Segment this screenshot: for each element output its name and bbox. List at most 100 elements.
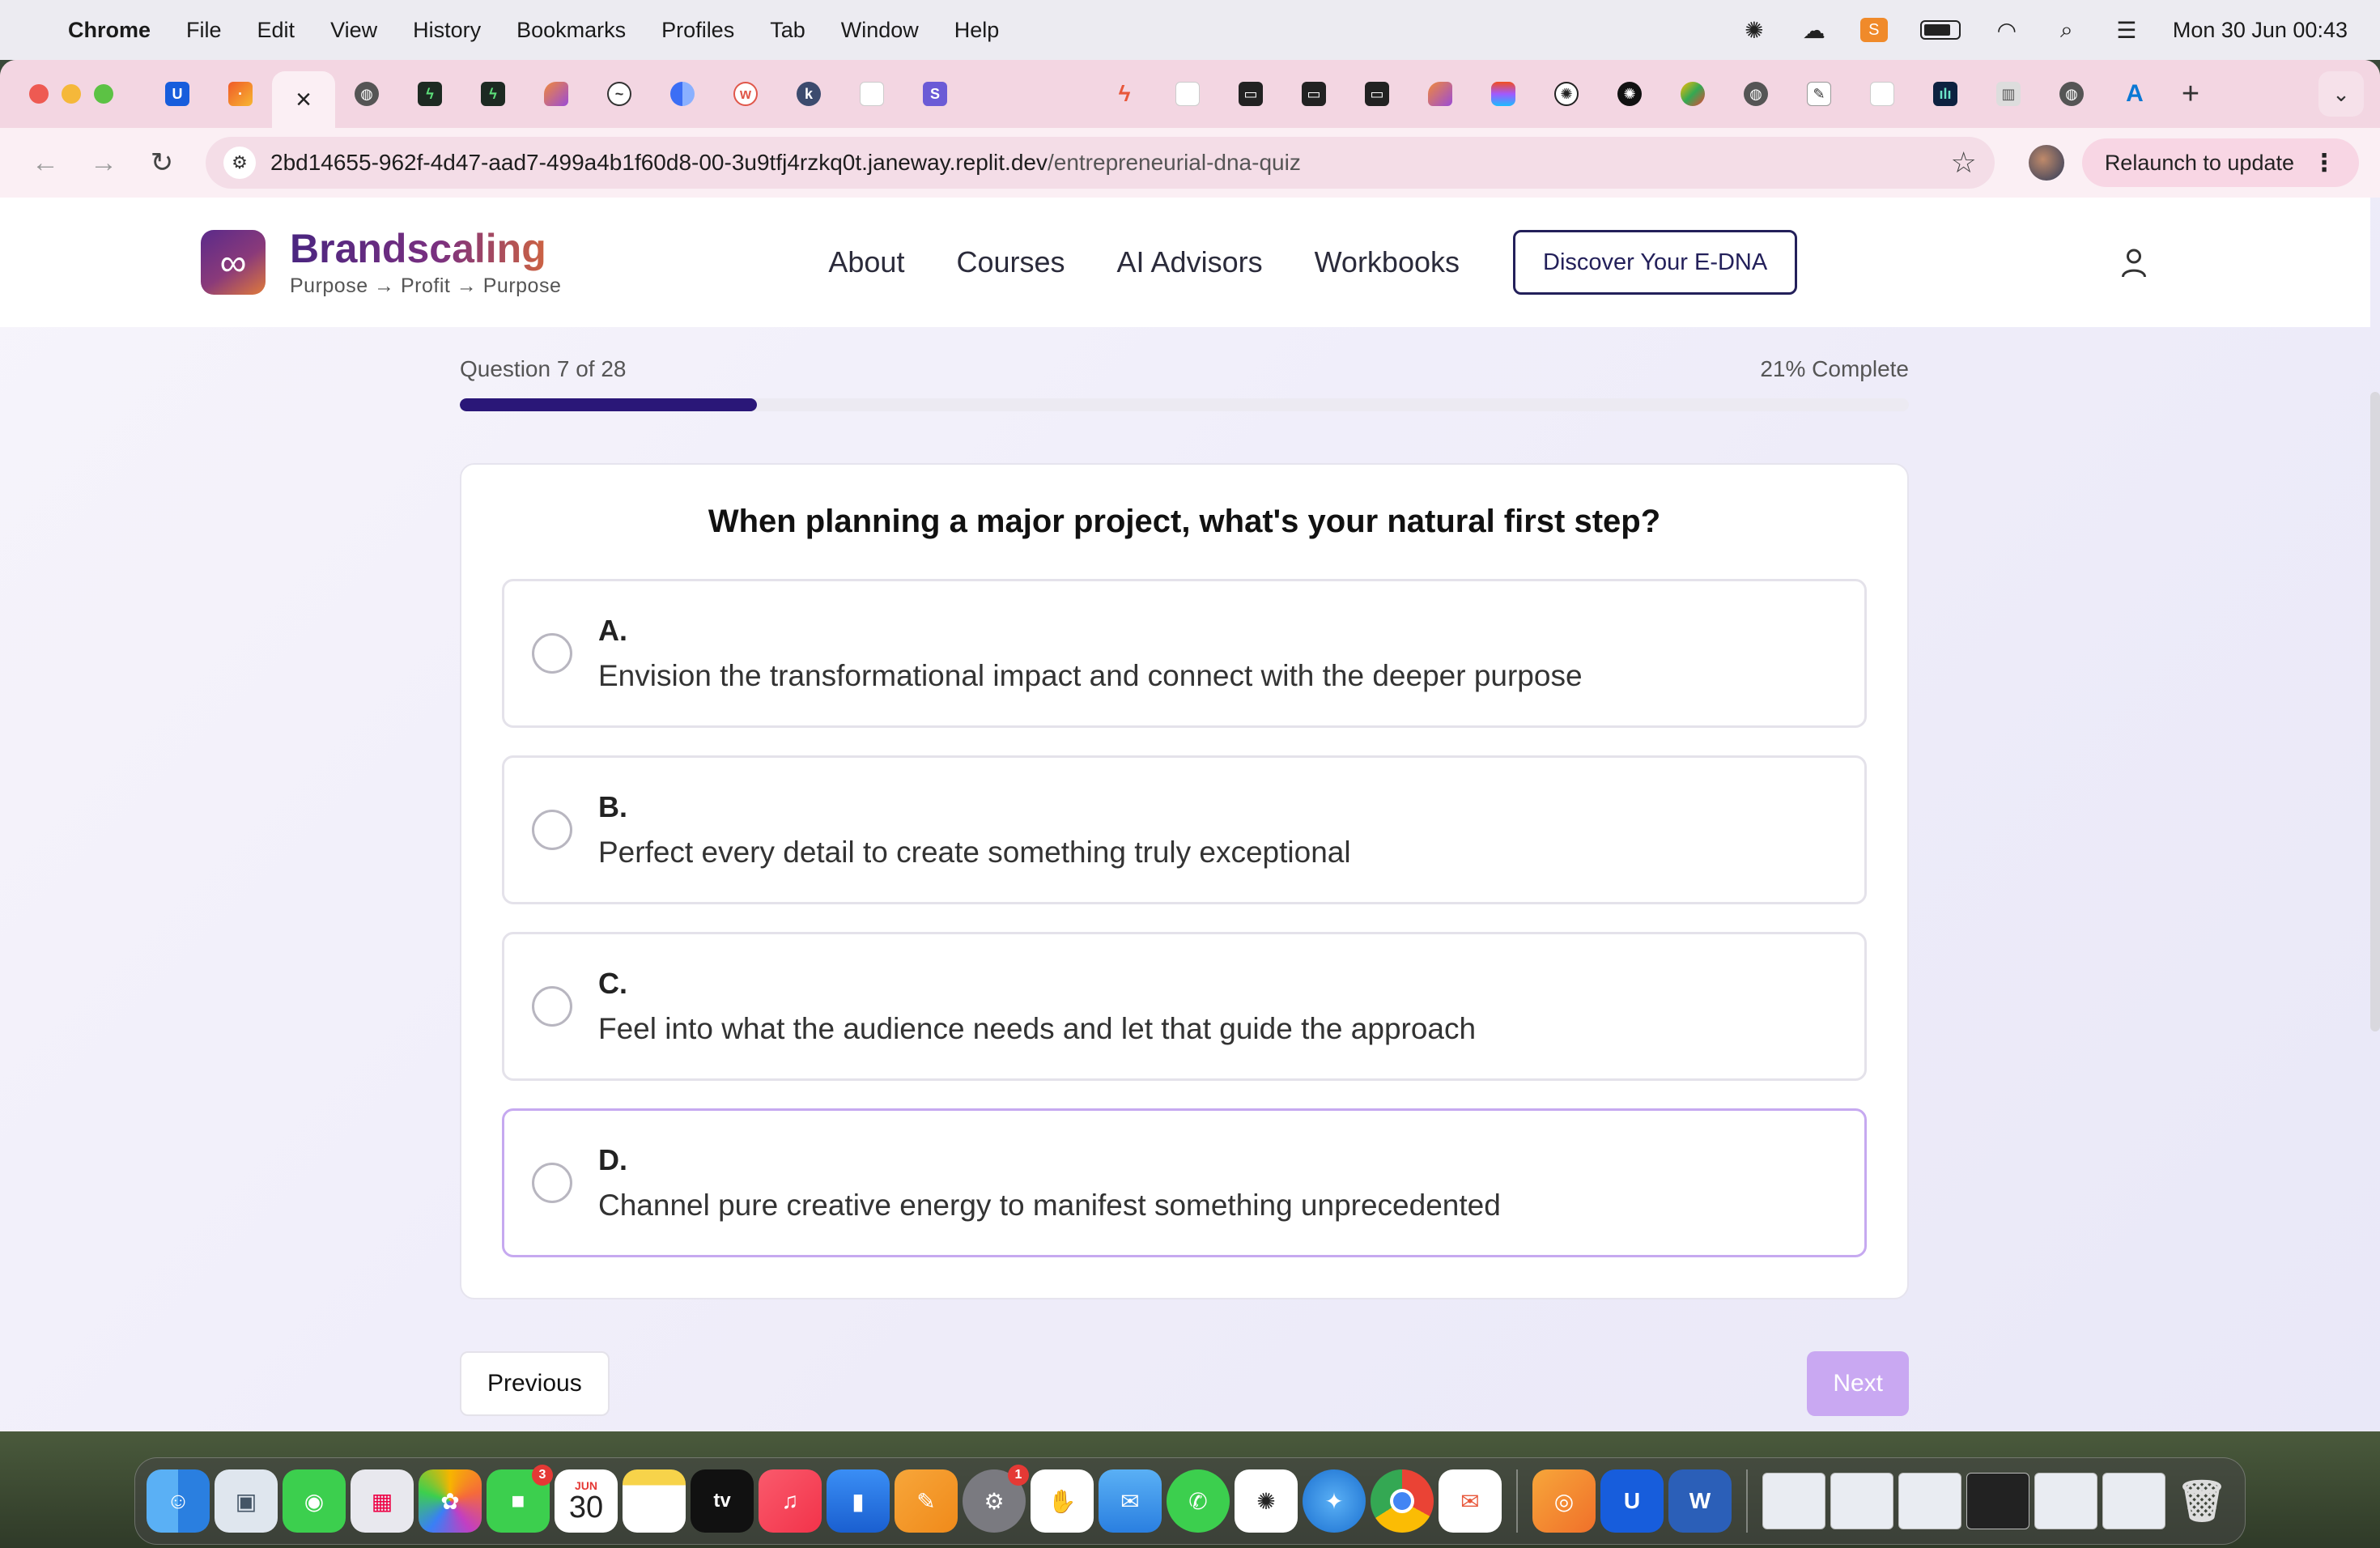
tab-bolt-2[interactable]: ϟ — [461, 71, 525, 117]
music-icon[interactable]: ♫ — [759, 1469, 822, 1533]
next-button[interactable]: Next — [1807, 1351, 1909, 1416]
battery-icon[interactable] — [1919, 20, 1961, 40]
menu-profiles[interactable]: Profiles — [661, 18, 734, 43]
tab-doc-3[interactable] — [1851, 71, 1914, 117]
address-bar[interactable]: ⚙ 2bd14655-962f-4d47-aad7-499a4b1f60d8-0… — [206, 137, 1995, 189]
craft-icon[interactable]: ✋ — [1031, 1469, 1094, 1533]
minimized-window-4[interactable] — [1966, 1473, 2029, 1529]
tab-globe-2[interactable]: ◍ — [1724, 71, 1787, 117]
tab-bars[interactable]: ılı — [1914, 71, 1977, 117]
tab-doc-1[interactable] — [840, 71, 903, 117]
menu-window[interactable]: Window — [841, 18, 919, 43]
brand-block[interactable]: Brandscaling Purpose → Profit → Purpose — [290, 227, 561, 298]
spotlight-search-icon[interactable]: ⌕ — [2053, 17, 2080, 42]
calendar-icon[interactable]: JUN 30 — [555, 1469, 618, 1533]
previous-button[interactable]: Previous — [460, 1351, 610, 1416]
nav-ai-advisors[interactable]: AI Advisors — [1117, 245, 1263, 279]
minimized-window-2[interactable] — [1830, 1473, 1893, 1529]
option-c[interactable]: C. Feel into what the audience needs and… — [502, 932, 1867, 1081]
option-a[interactable]: A. Envision the transformational impact … — [502, 579, 1867, 728]
cloud-status-icon[interactable]: ☁ — [1800, 18, 1828, 43]
menubar-clock[interactable]: Mon 30 Jun 00:43 — [2173, 18, 2348, 43]
menu-help[interactable]: Help — [954, 18, 1000, 43]
apple-tv-icon[interactable]: tv — [691, 1469, 754, 1533]
tab-edit[interactable]: ✎ — [1787, 71, 1851, 117]
url-text[interactable]: 2bd14655-962f-4d47-aad7-499a4b1f60d8-00-… — [270, 150, 1951, 176]
tab-figma[interactable] — [1472, 71, 1535, 117]
tab-globe-1[interactable]: ◍ — [335, 71, 398, 117]
tab-doc-2[interactable] — [1156, 71, 1219, 117]
forward-arrow-icon[interactable]: → — [79, 138, 128, 187]
menu-file[interactable]: File — [186, 18, 222, 43]
back-arrow-icon[interactable]: ← — [21, 138, 70, 187]
safari-icon[interactable]: ✦ — [1303, 1469, 1366, 1533]
tab-zap[interactable]: ϟ — [1093, 71, 1156, 117]
menu-tab[interactable]: Tab — [770, 18, 805, 43]
facetime-icon[interactable]: ■ 3 — [487, 1465, 553, 1533]
tab-box-3[interactable]: ▭ — [1345, 71, 1409, 117]
user-account-icon[interactable] — [2119, 246, 2148, 279]
nav-about[interactable]: About — [828, 245, 904, 279]
tab-s[interactable]: S — [903, 71, 967, 117]
tab-openai-2[interactable]: ✺ — [1598, 71, 1661, 117]
tab-box-1[interactable]: ▭ — [1219, 71, 1282, 117]
brand-logo-infinity-icon[interactable]: ∞ — [201, 230, 266, 295]
minimized-window-6[interactable] — [2102, 1473, 2165, 1529]
minimize-window-button[interactable] — [62, 84, 81, 104]
openai-status-icon[interactable]: ✺ — [1740, 18, 1768, 43]
option-d[interactable]: D. Channel pure creative energy to manif… — [502, 1108, 1867, 1257]
close-window-button[interactable] — [29, 84, 49, 104]
tab-chart-1[interactable]: ~ — [588, 71, 651, 117]
chrome-icon[interactable] — [1371, 1469, 1434, 1533]
tab-globe-3[interactable]: ◍ — [2040, 71, 2103, 117]
discover-edna-button[interactable]: Discover Your E-DNA — [1513, 230, 1798, 295]
app-status-icon[interactable]: S — [1859, 18, 1888, 42]
close-tab-icon[interactable]: × — [291, 84, 316, 115]
trash-icon[interactable]: 🗑 — [2170, 1469, 2233, 1533]
tab-box-2[interactable]: ▭ — [1282, 71, 1345, 117]
word-icon[interactable]: W — [1668, 1469, 1732, 1533]
wifi-icon[interactable]: ◠ — [1993, 18, 2021, 43]
tab-search-chevron-icon[interactable]: ⌄ — [2318, 71, 2364, 117]
option-b[interactable]: B. Perfect every detail to create someth… — [502, 755, 1867, 904]
radio-option-d[interactable] — [532, 1163, 572, 1203]
tab-bolt-1[interactable]: ϟ — [398, 71, 461, 117]
preview-icon[interactable]: ▣ — [215, 1469, 278, 1533]
tab-w[interactable]: w — [714, 71, 777, 117]
tab-split[interactable] — [651, 71, 714, 117]
tab-blank-1[interactable] — [967, 71, 1030, 117]
tab-maps[interactable] — [1661, 71, 1724, 117]
airmail-icon[interactable]: ✉ — [1439, 1469, 1502, 1533]
relaunch-button[interactable]: Relaunch to update ⋮ — [2081, 138, 2359, 187]
tab-k[interactable]: k — [777, 71, 840, 117]
radio-option-b[interactable] — [532, 810, 572, 850]
tab-chart-2[interactable]: ▥ — [1977, 71, 2040, 117]
nav-workbooks[interactable]: Workbooks — [1315, 245, 1460, 279]
bitwarden-dock-icon[interactable]: U — [1600, 1469, 1664, 1533]
system-settings-icon[interactable]: ⚙ 1 — [963, 1465, 1029, 1533]
tab-active[interactable]: × — [272, 71, 335, 128]
minimized-window-1[interactable] — [1762, 1473, 1825, 1529]
minimized-window-3[interactable] — [1898, 1473, 1961, 1529]
site-info-icon[interactable]: ⚙ — [223, 147, 256, 179]
photos-icon[interactable]: ✿ — [419, 1469, 482, 1533]
menu-history[interactable]: History — [413, 18, 481, 43]
page-scrollbar[interactable] — [2370, 392, 2380, 1031]
tab-shape-1[interactable] — [525, 71, 588, 117]
control-center-icon[interactable]: ☰ — [2113, 18, 2140, 43]
nav-courses[interactable]: Courses — [956, 245, 1065, 279]
messages-icon[interactable]: ◉ — [283, 1469, 346, 1533]
tab-openai-1[interactable]: ✺ — [1535, 71, 1598, 117]
keynote-icon[interactable]: ▮ — [827, 1469, 890, 1533]
new-tab-plus-icon[interactable]: + — [2166, 77, 2215, 112]
launchpad-icon[interactable]: ▦ — [351, 1469, 414, 1533]
tab-shape-2[interactable] — [1409, 71, 1472, 117]
zoom-window-button[interactable] — [94, 84, 113, 104]
profile-avatar[interactable] — [2028, 145, 2064, 181]
menu-bookmarks[interactable]: Bookmarks — [516, 18, 626, 43]
minimized-window-5[interactable] — [2034, 1473, 2097, 1529]
pages-icon[interactable]: ✎ — [895, 1469, 958, 1533]
tab-blank-2[interactable] — [1030, 71, 1093, 117]
setapp-icon[interactable]: ◎ — [1532, 1469, 1596, 1533]
tab-bitwarden[interactable]: U — [146, 71, 209, 117]
